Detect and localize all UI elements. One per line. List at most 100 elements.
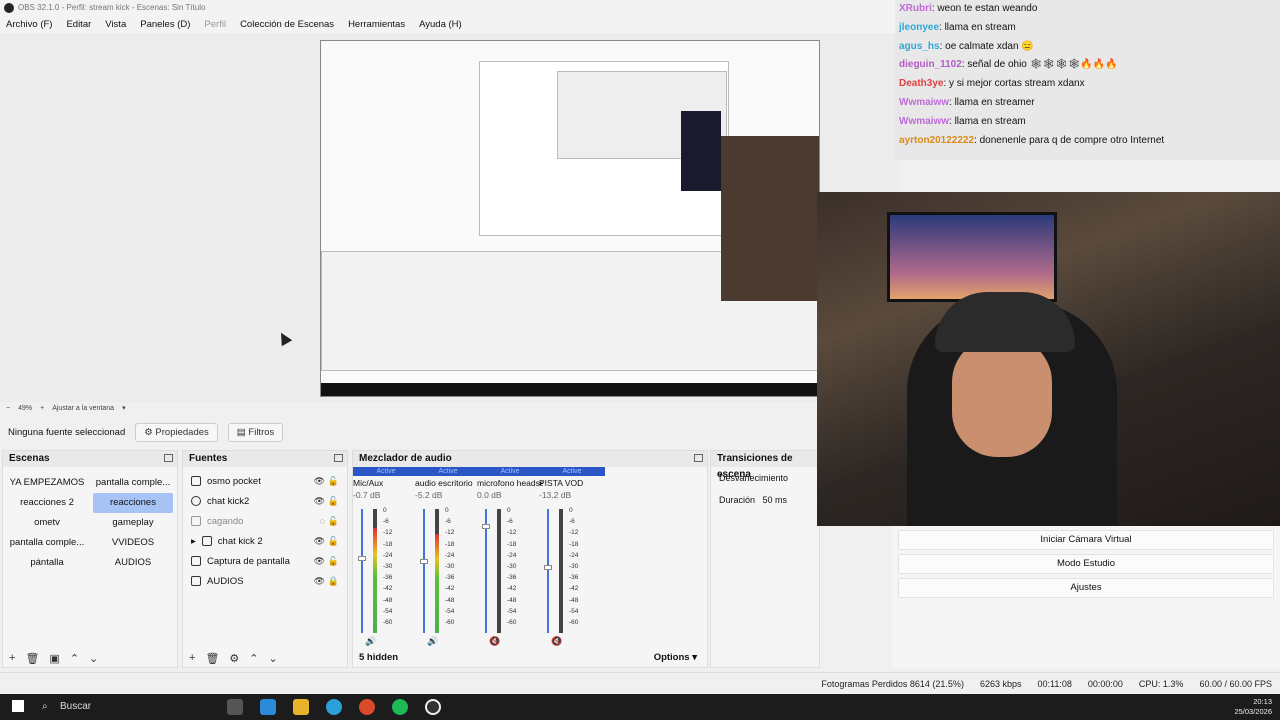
speaker-icon[interactable]: 🔊	[365, 636, 376, 647]
menu-view[interactable]: Vista	[105, 16, 126, 33]
store-icon[interactable]	[260, 699, 276, 715]
chrome-icon[interactable]	[359, 699, 375, 715]
unlock-icon[interactable]: 🔓	[328, 536, 339, 547]
eye-icon[interactable]: 👁	[314, 536, 325, 547]
edge-icon[interactable]	[326, 699, 342, 715]
menu-docks[interactable]: Paneles (D)	[140, 16, 190, 33]
zoom-out-button[interactable]: −	[6, 403, 10, 415]
mute-icon[interactable]: 🔇	[551, 636, 562, 647]
taskbar-search[interactable]: ⌕ Buscar	[34, 694, 210, 720]
eye-icon[interactable]: 👁	[314, 556, 325, 567]
menu-help[interactable]: Ayuda (H)	[419, 16, 462, 33]
fader-handle[interactable]	[482, 523, 490, 529]
hidden-count[interactable]: 5 hidden	[359, 652, 398, 663]
volume-fader[interactable]	[544, 509, 552, 633]
chat-message: Wwmaiww: llama en streamer	[895, 94, 1280, 113]
studio-mode-button[interactable]: Modo Estudio	[898, 554, 1274, 574]
unlock-icon[interactable]: 🔓	[328, 496, 339, 507]
chevron-up-icon[interactable]: ⌃	[70, 652, 79, 665]
spotify-icon[interactable]	[392, 699, 408, 715]
clock[interactable]: 20:13 25/03/2026	[1234, 697, 1272, 717]
scene-item[interactable]: YA EMPEZAMOS	[7, 473, 87, 493]
virtual-camera-button[interactable]: Iniciar Cámara Virtual	[898, 530, 1274, 550]
volume-fader[interactable]	[420, 509, 428, 633]
meter-tick: -54	[383, 607, 393, 615]
zoom-in-button[interactable]: +	[40, 403, 44, 415]
menu-edit[interactable]: Editar	[66, 16, 91, 33]
trash-icon[interactable]: 🗑	[205, 652, 219, 665]
properties-button[interactable]: ⚙ Propiedades	[135, 422, 218, 442]
scene-item[interactable]: AUDIOS	[93, 553, 173, 573]
transitions-dock: Transiciones de escena Desvanecimiento D…	[710, 450, 820, 668]
trash-icon[interactable]: 🗑	[25, 652, 39, 665]
zoom-fit-dropdown[interactable]: Ajustar a la ventana	[52, 403, 114, 415]
scene-item[interactable]: pántalla	[7, 553, 87, 573]
undock-icon[interactable]	[334, 454, 343, 462]
gear-icon[interactable]: ⚙	[229, 652, 239, 665]
menu-scene-collection[interactable]: Colección de Escenas	[240, 16, 334, 33]
eye-hidden-icon[interactable]: ◌	[320, 516, 325, 526]
scene-item-selected[interactable]: reacciones	[93, 493, 173, 513]
chevron-down-icon[interactable]: ⌄	[269, 652, 278, 665]
eye-icon[interactable]: 👁	[314, 576, 325, 587]
obs-icon[interactable]	[425, 699, 441, 715]
scene-item[interactable]: reacciones 2	[7, 493, 87, 513]
speaker-icon[interactable]: 🔊	[427, 636, 438, 647]
meter-tick: -54	[445, 607, 455, 615]
windows-start-icon[interactable]	[12, 700, 24, 712]
eye-icon[interactable]: 👁	[314, 496, 325, 507]
volume-fader[interactable]	[482, 509, 490, 633]
channel-db: -5.2 dB	[415, 490, 443, 500]
filters-button[interactable]: ▤ Filtros	[227, 422, 284, 442]
chevron-down-icon[interactable]: ⌄	[89, 652, 98, 665]
mute-icon[interactable]: 🔇	[489, 636, 500, 647]
source-item[interactable]: AUDIOS 👁 🔒	[183, 571, 347, 591]
chevron-up-icon[interactable]: ⌃	[249, 652, 258, 665]
fader-handle[interactable]	[420, 558, 428, 564]
menu-tools[interactable]: Herramientas	[348, 16, 405, 33]
duration-input[interactable]: 50 ms	[763, 495, 788, 505]
volume-meter	[373, 509, 377, 633]
unlock-icon[interactable]: 🔓	[328, 516, 339, 527]
undock-icon[interactable]	[164, 454, 173, 462]
chevron-down-icon[interactable]: ▾	[122, 403, 126, 415]
scene-item[interactable]: gameplay	[93, 513, 173, 533]
preview-output[interactable]	[320, 40, 820, 397]
fader-handle[interactable]	[358, 556, 366, 562]
source-item[interactable]: Captura de pantalla 👁 🔓	[183, 551, 347, 571]
options-button[interactable]: Options ▾	[654, 652, 697, 663]
scene-item[interactable]: pantalla comple...	[7, 533, 87, 553]
source-item[interactable]: chat kick2 👁 🔓	[183, 491, 347, 511]
menu-file[interactable]: Archivo (F)	[6, 16, 52, 33]
unlock-icon[interactable]: 🔓	[328, 556, 339, 567]
source-item[interactable]: osmo pocket 👁 🔓	[183, 471, 347, 491]
scene-item[interactable]: VVIDEOS	[93, 533, 173, 553]
source-item-hidden[interactable]: cagando ◌ 🔓	[183, 511, 347, 531]
undock-icon[interactable]	[694, 454, 703, 462]
unlock-icon[interactable]: 🔓	[328, 476, 339, 487]
scene-item[interactable]: ometv	[7, 513, 87, 533]
fader-handle[interactable]	[544, 564, 552, 570]
add-icon[interactable]: +	[189, 652, 195, 664]
no-source-label: Ninguna fuente seleccionad	[8, 426, 126, 438]
add-icon[interactable]: +	[9, 652, 15, 664]
settings-button[interactable]: Ajustes	[898, 578, 1274, 598]
person-face	[952, 337, 1052, 457]
folder-icon[interactable]	[293, 699, 309, 715]
search-icon: ⌕	[42, 701, 48, 712]
channel-name[interactable]: audio escritorio	[415, 476, 481, 490]
channel-name[interactable]: Mic/Aux	[353, 476, 419, 490]
filter-icon[interactable]: ▣	[49, 652, 59, 665]
channel-name[interactable]: PISTA VOD	[539, 476, 605, 490]
channel-name[interactable]: microfono headset	[477, 476, 543, 490]
scene-item[interactable]: pantalla comple...	[93, 473, 173, 493]
nested-webcam-large	[721, 136, 819, 301]
volume-fader[interactable]	[358, 509, 366, 633]
task-view-icon[interactable]	[227, 699, 243, 715]
expand-icon[interactable]: ▸	[191, 536, 196, 547]
lock-icon[interactable]: 🔒	[328, 576, 339, 587]
source-group[interactable]: ▸ chat kick 2 👁 🔓	[183, 531, 347, 551]
eye-icon[interactable]: 👁	[314, 476, 325, 487]
mixer-channel: Active audio escritorio -5.2 dB 0 -6 -12 -18 -2…	[415, 467, 481, 647]
menu-profile[interactable]: Perfil	[204, 16, 226, 33]
